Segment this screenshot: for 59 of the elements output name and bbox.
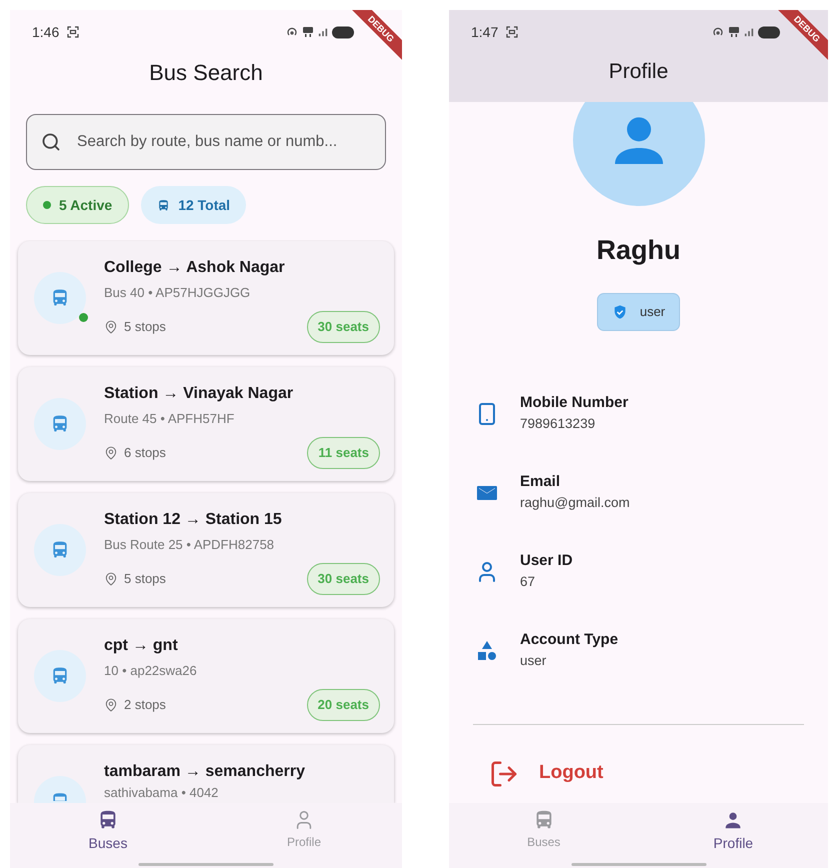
seats-badge: 30 seats — [306, 562, 380, 594]
screen-title: Profile — [608, 59, 670, 85]
status-time: 1:47 — [471, 22, 498, 42]
screen-title: Bus Search — [148, 59, 264, 87]
stops-count: 6 stops — [124, 444, 166, 462]
pin-icon — [104, 446, 118, 460]
status-time: 1:46 — [32, 22, 60, 42]
info-value: raghu@gmail.com — [520, 494, 630, 512]
battery-icon — [332, 26, 354, 38]
bus-details: Route 45 • APFH57HF — [104, 410, 236, 428]
bus-details: 10 • ap22swa26 — [104, 662, 198, 680]
screenshot-icon — [67, 26, 80, 38]
hotspot-icon — [712, 26, 724, 38]
bus-card[interactable]: tambaram → semancherry sathivabama • 4042 — [18, 745, 394, 803]
pin-icon — [104, 572, 118, 586]
logout-button[interactable]: Logout — [489, 758, 828, 788]
bus-details: sathivabama • 4042 — [104, 785, 220, 801]
stops-count: 2 stops — [124, 696, 166, 714]
bus-details: Bus 40 • AP57HJGGJGG — [104, 284, 252, 302]
info-label: Email — [520, 472, 562, 492]
screenshot-icon — [506, 26, 518, 38]
search-field[interactable]: Search by route, bus name or numb... — [26, 114, 386, 170]
search-icon — [41, 132, 61, 152]
pin-icon — [104, 698, 118, 712]
nav-tab[interactable]: Buses — [10, 803, 206, 868]
logout-icon — [489, 758, 519, 788]
route-title: College → Ashok Nagar — [104, 258, 286, 278]
route-title: cpt → gnt — [104, 636, 179, 656]
hotspot-icon — [286, 26, 298, 38]
route-title: tambaram → semancherry — [104, 762, 306, 782]
signal-icon — [318, 26, 328, 38]
user-name: Raghu — [596, 234, 680, 267]
chip-label: 5 Active — [59, 196, 112, 214]
route-title: Station 12 → Station 15 — [104, 510, 283, 530]
bus-card[interactable]: Station → Vinayak Nagar Route 45 • APFH57HF 6 stops 11 seats — [18, 367, 394, 481]
bus-details: Bus Route 25 • APDFH82758 — [104, 536, 276, 554]
bus-card[interactable]: College → Ashok Nagar Bus 40 • AP57HJGGJGG 5 stops 30 seats — [18, 241, 394, 355]
stops-count: 5 stops — [124, 318, 166, 336]
route-title: Station → Vinayak Nagar — [104, 384, 294, 404]
stops-count: 5 stops — [124, 570, 166, 588]
info-label: User ID — [520, 550, 573, 570]
role-badge: user — [596, 292, 680, 330]
bus-card[interactable]: Station 12 → Station 15 Bus Route 25 • APDFH82758 5 stops 30 seats — [18, 493, 394, 607]
bus-card[interactable]: cpt → gnt 10 • ap22swa26 2 stops 20 seats — [18, 619, 394, 733]
seats-badge: 11 seats — [307, 436, 380, 468]
pin-icon — [104, 320, 118, 334]
signal-icon — [744, 26, 754, 38]
info-label: Account Type — [520, 630, 618, 650]
info-label: Mobile Number — [520, 392, 628, 412]
info-value: user — [520, 652, 548, 670]
shield-check-icon — [612, 304, 628, 320]
info-value: 67 — [520, 572, 536, 590]
seats-badge: 20 seats — [306, 688, 380, 720]
shapes-icon — [475, 638, 499, 662]
nav-tab[interactable]: Profile — [638, 803, 828, 868]
seats-badge: 30 seats — [306, 310, 380, 342]
battery-icon — [758, 26, 780, 38]
chip-label: 12 Total — [178, 196, 230, 214]
info-value: 7989613239 — [520, 414, 596, 432]
